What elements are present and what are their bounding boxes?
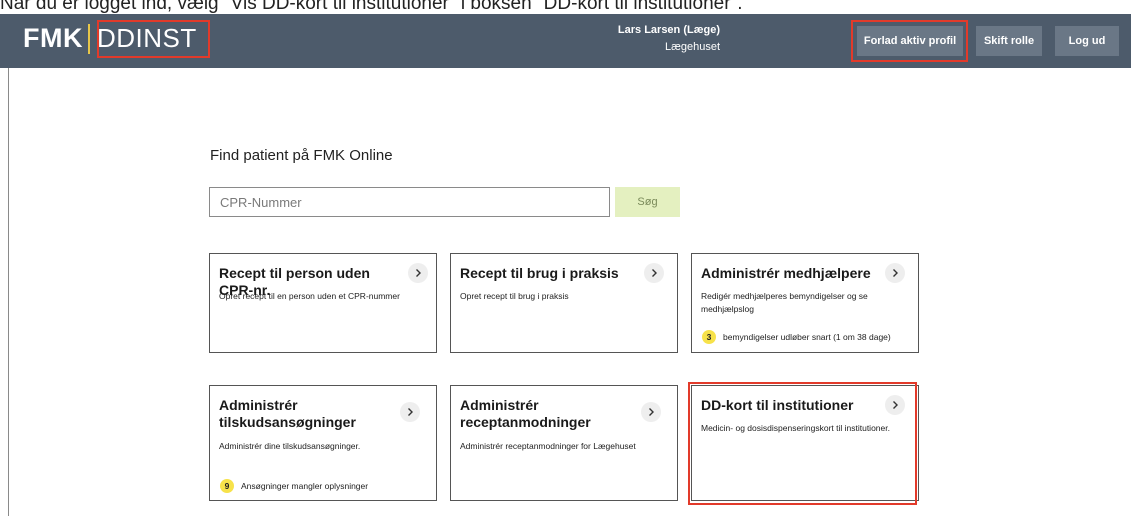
chevron-right-icon[interactable] (400, 402, 420, 422)
highlight-dd-cards (688, 382, 917, 505)
logo-separator (88, 24, 90, 54)
switch-role-button[interactable]: Skift rolle (976, 26, 1042, 56)
top-header: FMK DDINST Lars Larsen (Læge) Lægehuset … (0, 14, 1131, 68)
card-recipe-practice[interactable]: Recept til brug i praksis Opret recept t… (450, 253, 678, 353)
card-description: Opret recept til en person uden et CPR-n… (219, 291, 400, 301)
fmk-logo: FMK (23, 23, 83, 53)
count-badge: 9 (220, 479, 234, 493)
card-title: Administrér medhjælpere (701, 265, 871, 281)
card-manage-subsidy-applications[interactable]: Administrér tilskudsansøgninger Administ… (209, 385, 437, 501)
chevron-right-icon[interactable] (408, 263, 428, 283)
cpr-number-input[interactable] (209, 187, 610, 217)
user-name: Lars Larsen (Læge) (617, 24, 720, 36)
card-description: Administrér receptanmodninger for Lægehu… (460, 441, 636, 451)
search-button[interactable]: Søg (615, 187, 680, 217)
highlight-leave-profile (851, 20, 968, 62)
left-divider (8, 68, 9, 516)
card-title: Administrér tilskudsansøgninger (219, 397, 356, 430)
card-description: Administrér dine tilskudsansøgninger. (219, 441, 361, 451)
highlight-app-name (97, 20, 210, 58)
chevron-right-icon[interactable] (644, 263, 664, 283)
expiring-authorisations: 3 bemyndigelser udløber snart (1 om 38 d… (702, 330, 891, 344)
user-organisation: Lægehuset (664, 41, 720, 53)
badge-text: bemyndigelser udløber snart (1 om 38 dag… (723, 332, 891, 342)
badge-text: Ansøgninger mangler oplysninger (241, 481, 369, 491)
count-badge: 3 (702, 330, 716, 344)
card-title: Recept til brug i praksis (460, 265, 619, 281)
card-manage-recipe-requests[interactable]: Administrér receptanmodninger Administré… (450, 385, 678, 501)
chevron-right-icon[interactable] (641, 402, 661, 422)
logout-button[interactable]: Log ud (1055, 26, 1119, 56)
find-patient-title: Find patient på FMK Online (210, 147, 393, 164)
card-title: Administrér receptanmodninger (460, 397, 591, 430)
card-description: Redigér medhjælperes bemyndigelser og se… (701, 291, 868, 314)
missing-information-row: 9 Ansøgninger mangler oplysninger (220, 479, 368, 493)
card-recipe-no-cpr[interactable]: Recept til person uden CPR-nr. Opret rec… (209, 253, 437, 353)
instruction-caption: Når du er logget ind, vælg "Vis DD-kort … (0, 0, 743, 14)
card-description: Opret recept til brug i praksis (460, 291, 569, 301)
card-manage-assistants[interactable]: Administrér medhjælpere Redigér medhjælp… (691, 253, 919, 353)
chevron-right-icon[interactable] (885, 263, 905, 283)
